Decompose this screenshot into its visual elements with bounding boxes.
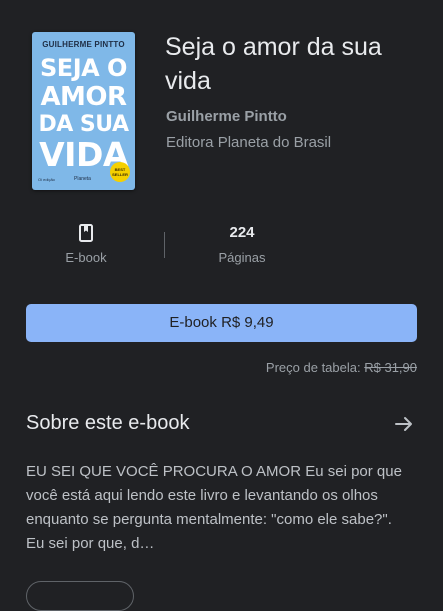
- cover-title-line: AMOR: [40, 82, 127, 112]
- cover-author: GUILHERME PINTTO: [42, 40, 125, 49]
- format-label: E-book: [65, 250, 107, 265]
- bookmark-book-icon: [26, 224, 146, 242]
- book-cover[interactable]: GUILHERME PINTTO SEJA O AMOR DA SUA VIDA…: [32, 32, 135, 190]
- list-price-label: Preço de tabela:: [265, 360, 361, 375]
- list-price-value: R$ 31,90: [364, 360, 417, 375]
- cover-bestseller-badge: BEST SELLER: [110, 162, 130, 182]
- format-stat: E-book: [26, 224, 146, 265]
- about-section-title[interactable]: Sobre este e-book: [26, 412, 189, 435]
- pages-label: Páginas: [218, 250, 266, 265]
- pages-stat: 224 Páginas: [182, 224, 302, 265]
- list-price: Preço de tabela: R$ 31,90: [266, 360, 417, 375]
- cover-title-line: DA SUA: [38, 112, 129, 137]
- genre-chip[interactable]: [26, 581, 134, 611]
- pages-count: 224: [229, 224, 255, 241]
- book-author[interactable]: Guilherme Pintto: [166, 108, 287, 125]
- book-title: Seja o amor da sua vida: [165, 33, 382, 95]
- buy-ebook-button[interactable]: E-book R$ 9,49: [26, 304, 417, 342]
- arrow-right-icon[interactable]: [394, 414, 414, 434]
- stats-divider: [164, 232, 165, 258]
- cover-publisher-logo: Planeta: [74, 176, 91, 182]
- book-description: EU SEI QUE VOCÊ PROCURA O AMOR Eu sei po…: [26, 463, 402, 552]
- book-publisher[interactable]: Editora Planeta do Brasil: [166, 134, 331, 151]
- cover-title-line: SEJA O: [40, 54, 127, 82]
- cover-edition-mark: Oi edição: [38, 177, 55, 182]
